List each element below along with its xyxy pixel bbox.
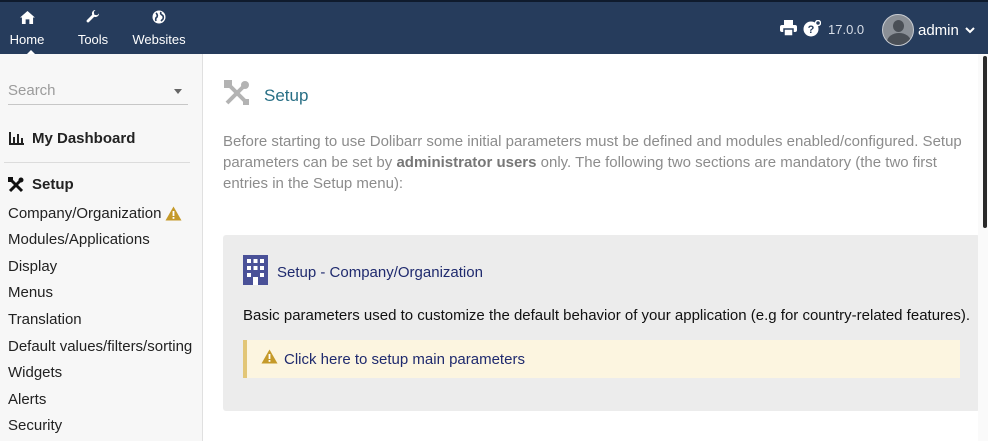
card-title: Setup - Company/Organization [277,264,483,281]
help-icon[interactable]: ? [803,19,822,42]
menu-item-label: Translation [8,311,82,328]
scrollbar-thumb[interactable] [983,56,987,228]
menu-item-label: Alerts [8,391,47,408]
menu-item-label: Modules/Applications [8,231,150,248]
top-navbar: Home Tools Websites ? 17.0.0 admin [0,0,988,55]
menu-item-label: Company/Organization [8,205,162,222]
menu-item-label: Widgets [8,364,63,381]
avatar [882,14,914,46]
warning-icon [261,349,278,369]
username: admin [918,21,959,39]
bar-chart-icon [8,131,24,147]
menu-setup[interactable]: Setup [8,176,74,193]
menu-item-label: Display [8,258,58,275]
nav-home[interactable]: Home [4,2,50,55]
menu-company-organization[interactable]: Company/Organization [8,205,182,222]
warning-icon [165,206,182,221]
search-placeholder: Search [8,82,56,99]
globe-icon [152,2,166,26]
setup-company-card: Setup - Company/Organization Basic param… [223,235,980,411]
version-label: 17.0.0 [828,22,865,37]
left-menu: Search My Dashboard Setup Company/Organi… [0,54,203,441]
menu-item-label: Default values/filters/sorting [8,338,193,355]
nav-tools-label: Tools [77,32,109,47]
search-select[interactable]: Search [8,81,188,105]
tools-icon [8,176,24,193]
intro-text-bold: administrator users [396,154,537,171]
nav-tools[interactable]: Tools [70,2,116,54]
menu-security[interactable]: Security [8,417,62,434]
wrench-icon [86,2,100,26]
chevron-down-icon [965,21,975,39]
menu-setup-label: Setup [32,176,74,193]
nav-websites[interactable]: Websites [128,2,190,54]
user-menu[interactable]: admin [882,14,975,46]
intro-text: Before starting to use Dolibarr some ini… [223,131,975,194]
menu-default-values[interactable]: Default values/filters/sorting [8,338,192,355]
notice-text: Click here to setup main parameters [284,350,525,368]
home-icon [19,2,35,26]
menu-menus[interactable]: Menus [8,284,53,301]
dropdown-arrow-icon [174,89,182,94]
nav-home-label: Home [9,32,45,47]
menu-my-dashboard[interactable]: My Dashboard [8,130,135,147]
menu-item-label: Security [8,417,63,434]
tools-icon [224,80,250,111]
setup-company-link[interactable]: Setup - Company/Organization [243,255,483,290]
menu-widgets[interactable]: Widgets [8,364,62,381]
menu-alerts[interactable]: Alerts [8,391,46,408]
building-icon [243,255,268,290]
main-content: Setup Before starting to use Dolibarr so… [204,54,980,441]
menu-modules-applications[interactable]: Modules/Applications [8,231,150,248]
menu-divider [4,162,190,163]
print-icon[interactable] [780,20,797,41]
svg-text:?: ? [808,24,815,36]
menu-display[interactable]: Display [8,258,57,275]
page-header: Setup [224,80,308,111]
nav-websites-label: Websites [132,32,186,47]
setup-main-parameters-link[interactable]: Click here to setup main parameters [243,340,960,378]
card-description: Basic parameters used to customize the d… [243,307,971,324]
menu-my-dashboard-label: My Dashboard [32,130,136,147]
menu-translation[interactable]: Translation [8,311,82,328]
page-title: Setup [264,85,309,105]
menu-item-label: Menus [8,284,54,301]
